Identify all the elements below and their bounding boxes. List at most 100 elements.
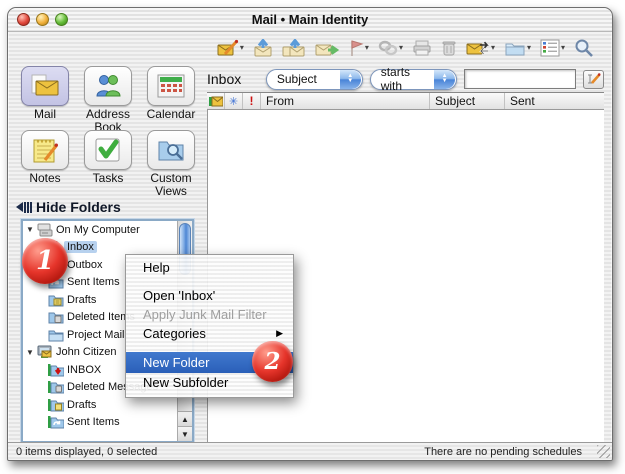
flag-icon (348, 39, 364, 57)
link-button[interactable]: ▾ (376, 36, 405, 60)
links-column-icon: ✳ (229, 95, 238, 108)
nav-mail[interactable]: Mail (14, 66, 76, 121)
disclosure-triangle-icon[interactable]: ▼ (26, 348, 36, 357)
filter-field-select[interactable]: Subject ▲▼ (266, 69, 363, 90)
scroll-up-button[interactable]: ▲ (178, 411, 192, 426)
nav-notes-label: Notes (14, 172, 76, 185)
hide-folders-label: Hide Folders (36, 199, 121, 215)
submenu-arrow-icon: ▶ (276, 328, 283, 339)
nav-custom-views[interactable]: Custom Views (140, 130, 202, 197)
status-schedules: There are no pending schedules (424, 446, 582, 458)
tree-row-imap-drafts[interactable]: Drafts (23, 396, 177, 414)
priority-column-header[interactable]: ! (243, 93, 261, 109)
tree-label: On My Computer (53, 224, 143, 236)
filter-bar: Inbox Subject ▲▼ starts with ▲▼ (207, 66, 604, 92)
chevron-down-icon: ▾ (491, 44, 495, 52)
reply-all-button[interactable] (280, 36, 308, 60)
read-status-column-icon (209, 96, 223, 107)
chevron-down-icon: ▾ (561, 44, 565, 52)
nav-mail-label: Mail (14, 108, 76, 121)
menu-separator (126, 277, 293, 286)
edit-filter-icon (586, 72, 602, 86)
status-items-count: 0 items displayed, 0 selected (16, 446, 424, 458)
subject-column-header[interactable]: Subject (430, 93, 505, 109)
sent-column-header[interactable]: Sent (505, 93, 604, 109)
tree-row-imap-sent[interactable]: Sent Items (23, 414, 177, 432)
screenshot-stage: Mail • Main Identity ▾ (0, 0, 625, 474)
nav-calendar[interactable]: Calendar (140, 66, 202, 121)
mail-icon (30, 73, 60, 99)
tree-label: Project Mail (64, 329, 127, 341)
views-icon (540, 39, 560, 57)
mail-account-icon (36, 345, 53, 359)
toolbar: ▾ (8, 32, 612, 64)
disclosure-triangle-icon[interactable]: ▼ (26, 225, 36, 234)
menu-item-categories[interactable]: Categories ▶ (126, 324, 293, 343)
link-icon (378, 39, 398, 57)
send-receive-button[interactable]: ▾ (464, 36, 497, 60)
forward-button[interactable] (313, 36, 341, 60)
flag-button[interactable]: ▾ (346, 36, 371, 60)
search-button[interactable] (572, 36, 596, 60)
status-bar: 0 items displayed, 0 selected There are … (8, 442, 612, 460)
from-column-header[interactable]: From (261, 93, 430, 109)
advanced-filter-button[interactable] (583, 70, 604, 89)
reply-icon (253, 39, 273, 57)
reply-button[interactable] (251, 36, 275, 60)
menu-item-help[interactable]: Help (126, 258, 293, 277)
priority-column-icon: ! (250, 94, 254, 108)
folder-icon (504, 39, 526, 57)
tree-label: Outbox (64, 259, 105, 271)
chevron-down-icon: ▾ (399, 44, 403, 52)
current-folder-label: Inbox (207, 71, 259, 87)
tree-row-on-my-computer[interactable]: ▼ On My Computer (23, 221, 177, 239)
tree-label: Drafts (64, 294, 99, 306)
notes-icon (31, 136, 59, 164)
popup-arrows-icon: ▲▼ (434, 70, 455, 89)
new-folder-toolbar-button[interactable]: ▾ (502, 36, 533, 60)
plain-folder-icon (47, 328, 64, 342)
compose-icon (217, 39, 239, 57)
nav-tasks[interactable]: Tasks (77, 130, 139, 185)
resize-grip[interactable] (597, 445, 610, 458)
links-column-header[interactable]: ✳ (225, 93, 243, 109)
tree-label: John Citizen (53, 346, 120, 358)
tree-label: Drafts (64, 399, 99, 411)
mail-window: Mail • Main Identity ▾ (7, 7, 613, 461)
tree-label: INBOX (64, 364, 104, 376)
print-button[interactable] (410, 36, 434, 60)
chevron-down-icon: ▾ (240, 44, 244, 52)
chevron-down-icon: ▾ (527, 44, 531, 52)
nav-address-book[interactable]: Address Book (77, 66, 139, 133)
scroll-down-button[interactable]: ▼ (178, 426, 192, 441)
imap-deleted-folder-icon (47, 380, 64, 394)
deleted-items-folder-icon (47, 310, 64, 324)
menu-item-apply-junk-mail-filter: Apply Junk Mail Filter (126, 305, 293, 324)
filter-query-input[interactable] (464, 69, 576, 89)
chevron-down-icon: ▾ (365, 44, 369, 52)
address-book-icon (94, 72, 122, 100)
callout-step-2: 2 (252, 341, 293, 382)
imap-drafts-folder-icon (47, 398, 64, 412)
title-bar[interactable]: Mail • Main Identity (8, 8, 612, 32)
imap-inbox-folder-icon (47, 363, 64, 377)
send-receive-icon (466, 39, 490, 57)
hide-folders-toggle[interactable]: Hide Folders (16, 199, 121, 215)
read-status-column-header[interactable] (207, 93, 225, 109)
nav-notes[interactable]: Notes (14, 130, 76, 185)
compose-button[interactable]: ▾ (215, 36, 246, 60)
tree-label: Inbox (64, 241, 97, 253)
calendar-icon (157, 73, 185, 99)
reply-all-icon (282, 39, 306, 57)
menu-item-open-inbox[interactable]: Open 'Inbox' (126, 286, 293, 305)
nav-calendar-label: Calendar (140, 108, 202, 121)
views-button[interactable]: ▾ (538, 36, 567, 60)
filter-operator-select[interactable]: starts with ▲▼ (370, 69, 457, 90)
collapse-panel-icon (16, 202, 32, 213)
forward-icon (315, 39, 339, 57)
tasks-icon (94, 136, 122, 164)
search-icon (574, 38, 594, 58)
delete-button[interactable] (439, 36, 459, 60)
nav-custom-views-label: Custom Views (140, 172, 202, 197)
computer-icon (36, 223, 53, 237)
